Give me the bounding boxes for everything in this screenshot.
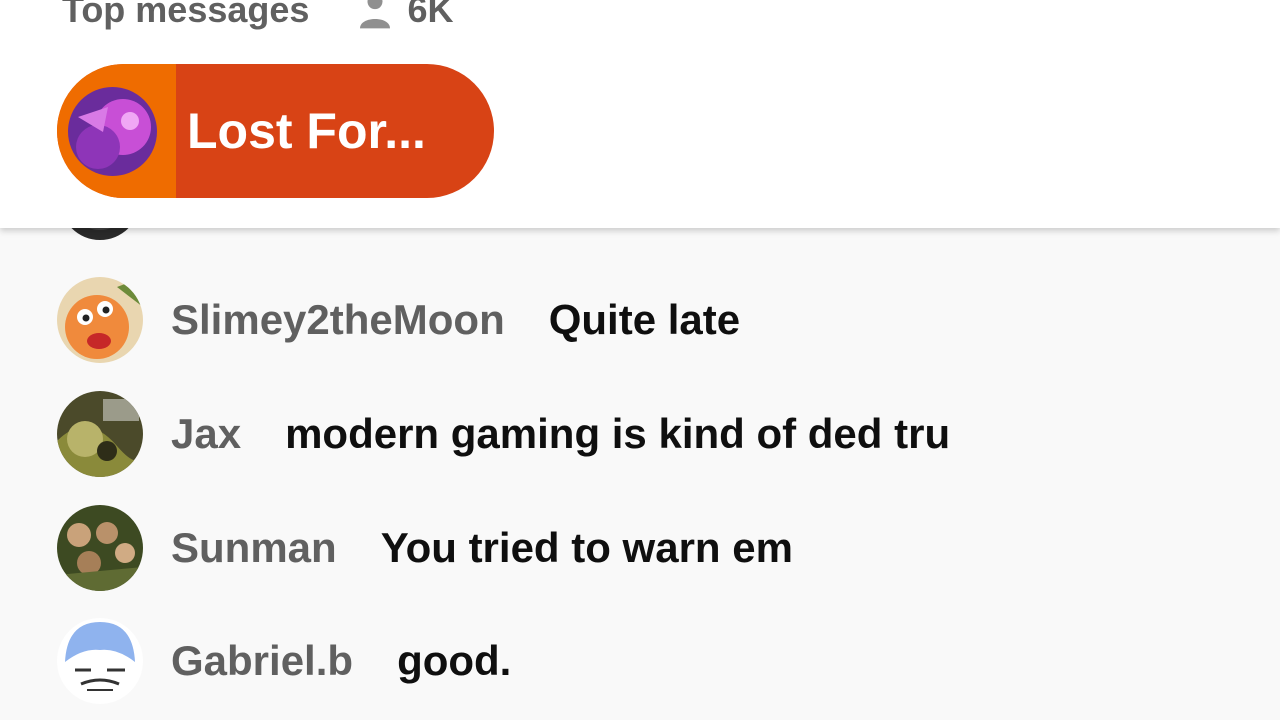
message-text: You tried to warn em	[380, 524, 793, 571]
avatar	[57, 618, 143, 704]
header-row: Top messages 6K	[62, 0, 453, 32]
chat-message[interactable]: Jax modern gaming is kind of ded tru	[57, 391, 950, 477]
person-icon	[360, 0, 391, 29]
message-author: Jax	[171, 410, 242, 457]
chat-message[interactable]: Gabriel.b good.	[57, 618, 511, 704]
message-author: Slimey2theMoon	[171, 296, 505, 343]
message-text: good.	[397, 637, 512, 684]
message-author: Sunman	[171, 524, 337, 571]
avatar	[57, 505, 143, 591]
pinned-avatar	[68, 86, 157, 176]
avatar	[57, 277, 143, 363]
message-author: Gabriel.b	[171, 637, 354, 684]
message-text: modern gaming is kind of ded tru	[285, 410, 951, 457]
chat-mode-title[interactable]: Top messages	[62, 0, 309, 32]
pinned-donation-chip[interactable]: Lost For...	[57, 64, 494, 198]
chat-header: Top messages 6K Lost For...	[0, 0, 1280, 228]
chat-message[interactable]: Sunman You tried to warn em	[57, 505, 793, 591]
viewer-count-value: 6K	[407, 0, 454, 30]
pinned-name: Lost For...	[187, 103, 426, 159]
avatar	[57, 391, 143, 477]
message-text: Quite late	[548, 296, 741, 343]
viewer-count: 6K	[355, 0, 453, 32]
chat-message[interactable]: Slimey2theMoon Quite late	[57, 277, 740, 363]
